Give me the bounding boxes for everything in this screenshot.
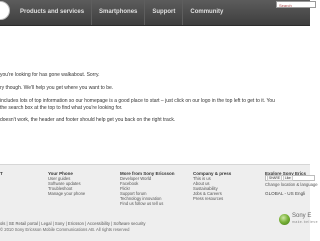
copyright-text: © 2010 Sony Ericsson Mobile Communicatio… [0, 227, 130, 232]
footer-column-your-phone: Your Phone User guides Software updates … [48, 171, 85, 197]
error-message-line-1: you're looking for has gone walkabout. S… [0, 72, 100, 78]
search-input[interactable]: Search [276, 1, 316, 8]
footer: T Your Phone User guides Software update… [0, 164, 318, 241]
nav-smartphones[interactable]: Smartphones [92, 0, 146, 25]
footer-column-company-and-press: Company & press This is us About us Sust… [193, 171, 231, 202]
footer-link-find-us-follow-us[interactable]: Find us follow us tell us [120, 201, 175, 207]
top-navigation-bar: Products and services Smartphones Suppor… [0, 0, 316, 26]
footer-link-manage-your-phone[interactable]: Manage your phone [48, 191, 85, 197]
change-location-link[interactable]: Change location & language [265, 182, 318, 188]
error-message-line-4: the search box at the top to find what y… [0, 105, 123, 111]
share-button[interactable]: SHARE [267, 175, 282, 181]
footer-column-title: T [0, 171, 3, 176]
footer-logo-subtext: make.believe [292, 220, 318, 224]
main-nav: Products and services Smartphones Suppor… [18, 0, 230, 25]
footer-link-press-resources[interactable]: Press resources [193, 196, 231, 202]
sony-ericsson-logo-icon [279, 214, 290, 225]
social-share-strip: SHARE Like [265, 175, 315, 181]
footer-bottom-links[interactable]: ols | SE Retail portal | Legal | Sony | … [0, 221, 145, 226]
sony-ericsson-logo-icon[interactable] [0, 1, 10, 20]
nav-community[interactable]: Community [183, 0, 230, 25]
footer-column-partial: T [0, 171, 3, 177]
error-message-line-2: ry though. We'll help you get where you … [0, 85, 114, 91]
footer-logo-text: Sony E [292, 213, 312, 219]
like-button[interactable]: Like [282, 175, 293, 181]
nav-support[interactable]: Support [145, 0, 184, 25]
error-message-line-3: includes lots of top information so our … [0, 98, 275, 104]
footer-column-more-from-sony-ericsson: More from Sony Ericsson Developer World … [120, 171, 175, 206]
nav-products-and-services[interactable]: Products and services [18, 0, 93, 25]
current-locale[interactable]: GLOBAL - US Engli [265, 191, 305, 197]
error-message-line-5: doesn't work, the header and footer shou… [0, 117, 176, 123]
